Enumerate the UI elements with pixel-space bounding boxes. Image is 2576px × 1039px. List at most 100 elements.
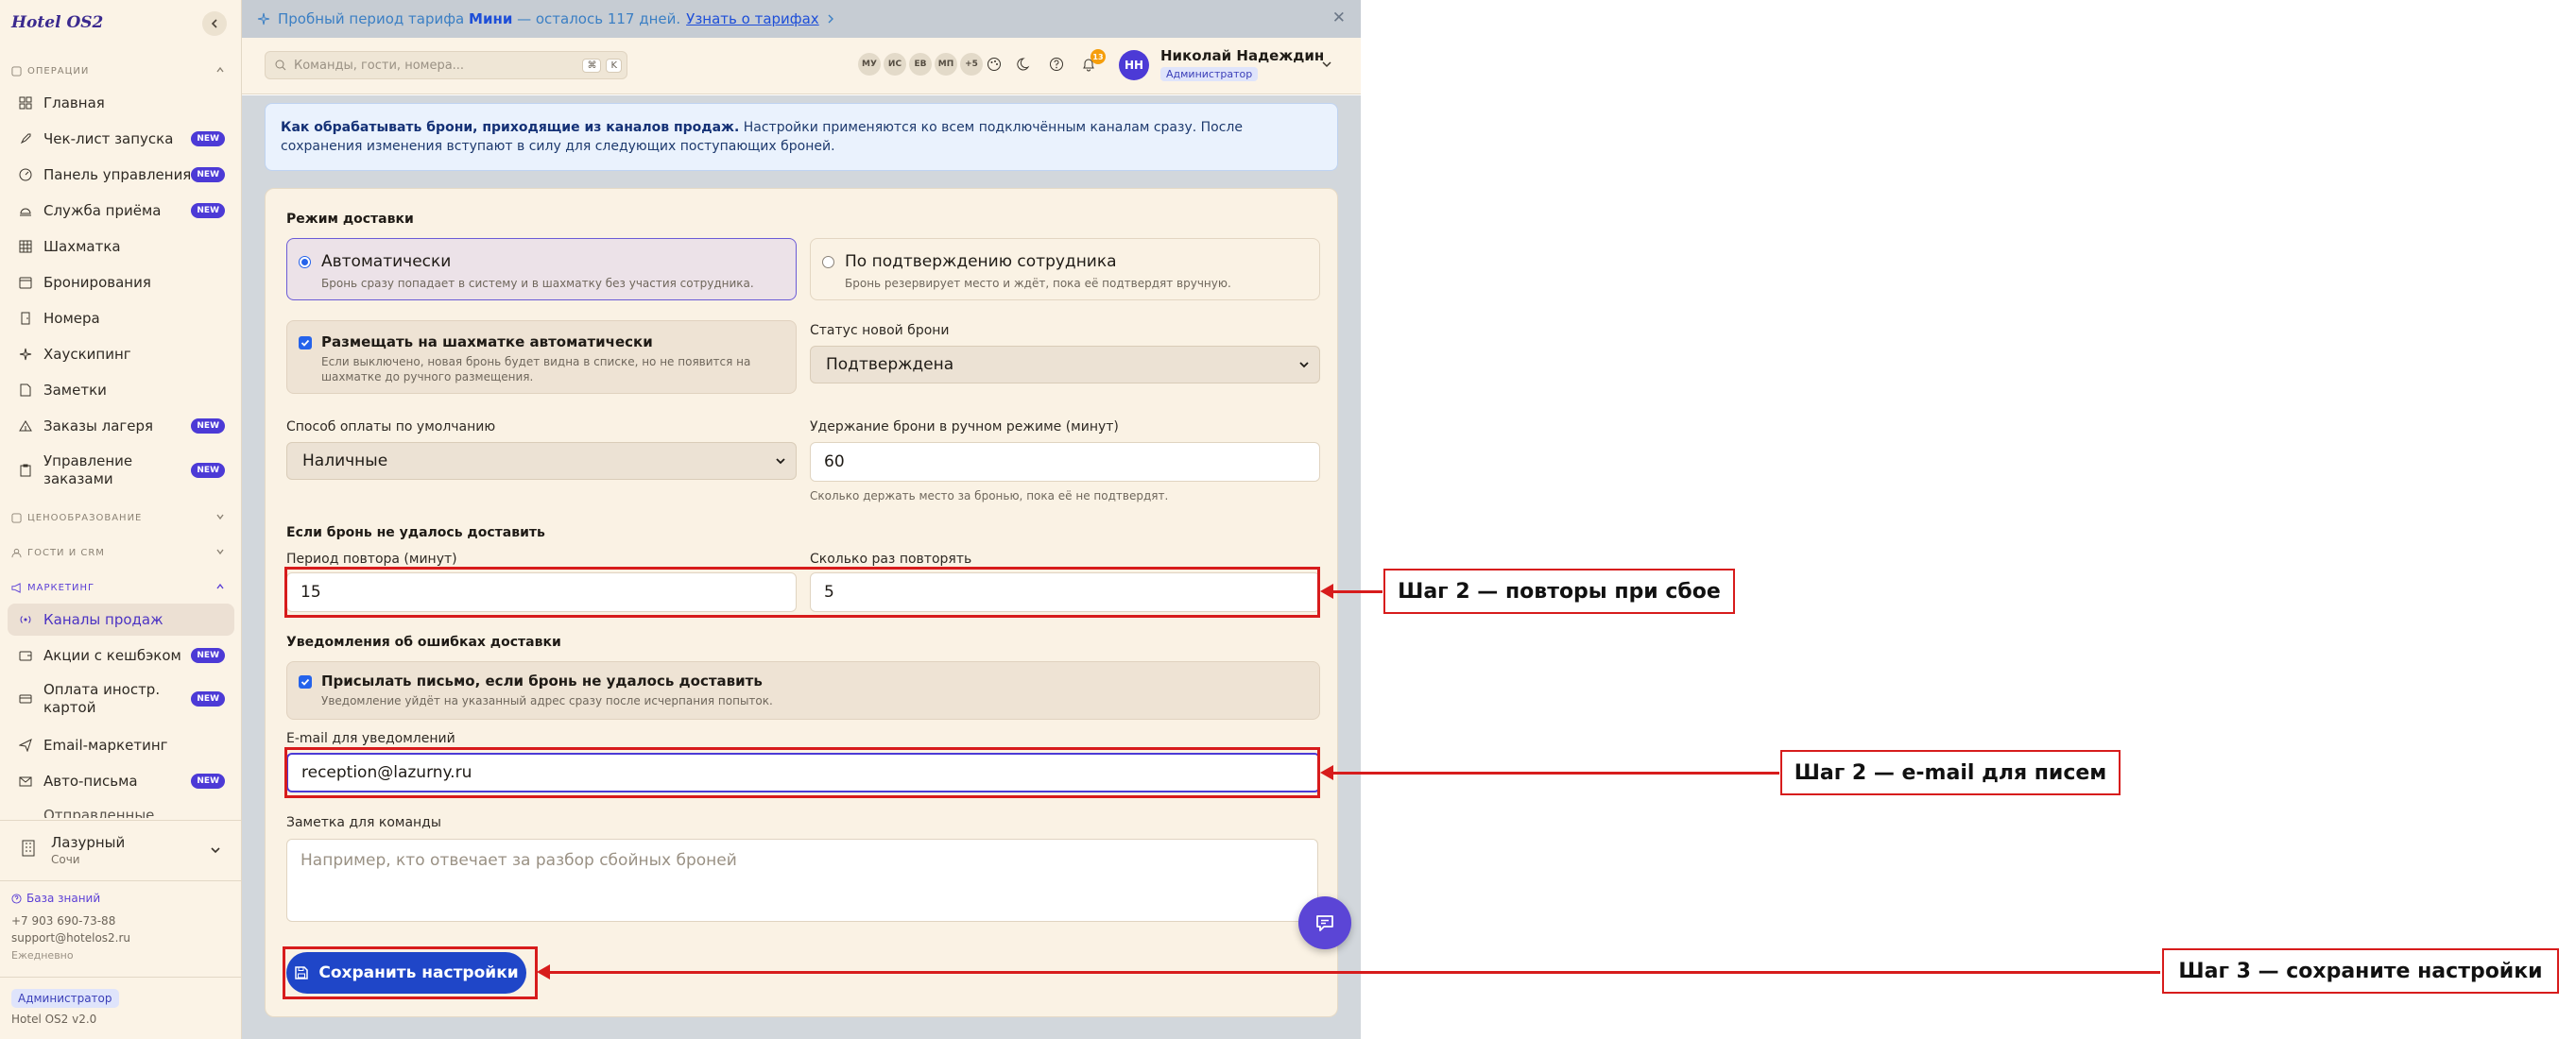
support-phone[interactable]: +7 903 690-73-88 xyxy=(11,914,115,928)
sidebar-item-foreign-card[interactable]: Оплата иностр. картой NEW xyxy=(8,678,234,720)
email-label: E-mail для уведомлений xyxy=(286,731,455,746)
sidebar-item-notes[interactable]: Заметки xyxy=(8,374,234,406)
avatar[interactable]: ИС xyxy=(884,53,906,76)
mode-auto-title: Автоматически xyxy=(321,252,452,271)
check-icon xyxy=(301,678,310,686)
bell-icon[interactable]: 13 xyxy=(1077,49,1106,76)
retry-count-label: Сколько раз повторять xyxy=(810,552,972,567)
chevron-down-icon xyxy=(1299,362,1309,368)
sidebar-item-rooms[interactable]: Номера xyxy=(8,302,234,334)
sidebar-item-auto-emails[interactable]: Авто-письма NEW xyxy=(8,765,234,797)
section-guests-crm[interactable]: ГОСТИ И CRM xyxy=(11,548,231,558)
sidebar-divider xyxy=(0,977,242,978)
chevron-down-icon[interactable] xyxy=(1321,59,1332,70)
sidebar-item-cashback[interactable]: Акции с кешбэком NEW xyxy=(8,639,234,672)
sidebar-item-email-marketing[interactable]: Email-маркетинг xyxy=(8,729,234,761)
section-pricing[interactable]: ЦЕНООБРАЗОВАНИЕ xyxy=(11,513,231,523)
knowledge-base-link[interactable]: База знаний xyxy=(11,892,100,905)
avatar[interactable]: ЕВ xyxy=(909,53,932,76)
auto-place-title: Размещать на шахматке автоматически xyxy=(321,333,653,350)
user-name[interactable]: Николай Надеждин xyxy=(1160,47,1324,64)
sidebar-item-housekeeping[interactable]: Хаускипинг xyxy=(8,338,234,370)
chat-icon xyxy=(1316,915,1333,931)
hotel-switcher[interactable]: Лазурный Сочи xyxy=(8,827,234,873)
gauge-icon xyxy=(17,166,34,183)
new-badge: NEW xyxy=(191,463,225,478)
sidebar-item-sent[interactable]: Отправленные xyxy=(8,801,234,819)
moon-icon[interactable] xyxy=(1013,53,1036,76)
chevron-down-icon xyxy=(776,458,785,465)
hotel-name: Лазурный xyxy=(51,834,126,851)
mode-manual-desc: Бронь резервирует место и ждёт, пока её … xyxy=(845,277,1231,290)
arrow-email xyxy=(1320,765,1779,780)
user-avatar[interactable]: НН xyxy=(1119,50,1149,80)
send-icon xyxy=(17,737,34,754)
close-icon[interactable]: ✕ xyxy=(1332,9,1346,27)
notify-toggle[interactable]: Присылать письмо, если бронь не удалось … xyxy=(286,661,1320,720)
hold-input[interactable]: 60 xyxy=(810,442,1320,482)
sidebar-item-launch-checklist[interactable]: Чек-лист запуска NEW xyxy=(8,123,234,155)
auto-place-toggle[interactable]: Размещать на шахматке автоматически Если… xyxy=(286,320,797,394)
mode-auto-radio[interactable]: Автоматически Бронь сразу попадает в сис… xyxy=(286,238,797,300)
trial-banner: Пробный период тарифа Мини — осталось 11… xyxy=(242,0,1361,38)
note-textarea[interactable]: Например, кто отвечает за разбор сбойных… xyxy=(286,839,1318,922)
support-email[interactable]: support@hotelos2.ru xyxy=(11,931,130,945)
sidebar-item-sales-channels[interactable]: Каналы продаж xyxy=(8,604,234,636)
help-icon[interactable] xyxy=(1045,53,1068,76)
sidebar-item-front-desk[interactable]: Служба приёма NEW xyxy=(8,195,234,227)
chat-fab[interactable] xyxy=(1298,896,1351,949)
radio-dot xyxy=(299,256,311,268)
section-marketing[interactable]: МАРКЕТИНГ xyxy=(11,583,231,593)
avatar[interactable]: МП xyxy=(935,53,957,76)
tariffs-link[interactable]: Узнать о тарифах xyxy=(686,10,819,27)
sidebar-item-label: Авто-письма xyxy=(43,772,138,790)
checkbox-checked[interactable] xyxy=(299,675,312,689)
sidebar-item-label: Номера xyxy=(43,309,100,327)
checkbox-checked[interactable] xyxy=(299,336,312,349)
sparkle-icon xyxy=(257,12,270,26)
highlight-email-field xyxy=(284,747,1320,798)
sidebar-item-dashboard[interactable]: Панель управления NEW xyxy=(8,159,234,191)
palette-icon[interactable] xyxy=(983,53,1005,76)
status-select[interactable]: Подтверждена xyxy=(810,346,1320,383)
sidebar-item-home[interactable]: Главная xyxy=(8,87,234,119)
table-grid-icon xyxy=(17,238,34,255)
sidebar-item-sent-clipped: Отправленные xyxy=(8,801,234,819)
mail-icon xyxy=(17,807,34,818)
highlight-retry-fields xyxy=(284,567,1320,618)
app-root: Hotel OS2 ОПЕРАЦИИ Главная Чек-лист запу… xyxy=(0,0,2576,1039)
mode-manual-radio[interactable]: По подтверждению сотрудника Бронь резерв… xyxy=(810,238,1320,300)
chevron-up-icon xyxy=(216,583,224,589)
sidebar-item-order-management[interactable]: Управление заказами NEW xyxy=(8,450,234,491)
search-input[interactable]: Команды, гости, номера... ⌘ K xyxy=(265,51,627,79)
grid-icon xyxy=(17,94,34,111)
sidebar-collapse-button[interactable] xyxy=(202,11,227,36)
hotel-city: Сочи xyxy=(51,853,80,866)
sidebar-item-chessboard[interactable]: Шахматка xyxy=(8,230,234,263)
search-icon xyxy=(275,60,286,71)
section-operations[interactable]: ОПЕРАЦИИ xyxy=(11,66,231,77)
sidebar-item-bookings[interactable]: Бронирования xyxy=(8,266,234,298)
mode-auto-desc: Бронь сразу попадает в систему и в шахма… xyxy=(321,277,754,290)
chevron-down-icon xyxy=(211,847,220,854)
trial-plan: Мини xyxy=(469,10,513,27)
chevron-down-icon xyxy=(216,549,224,555)
notify-section-label: Уведомления об ошибках доставки xyxy=(286,635,561,650)
retry-period-label: Период повтора (минут) xyxy=(286,552,457,567)
avatar-more[interactable]: +5 xyxy=(960,53,983,76)
brand-logo[interactable]: Hotel OS2 xyxy=(11,13,103,32)
payment-select[interactable]: Наличные xyxy=(286,442,797,480)
new-badge: NEW xyxy=(191,774,225,789)
section-marketing-label: МАРКЕТИНГ xyxy=(27,583,95,593)
sidebar-divider xyxy=(0,880,242,881)
sidebar-item-camp-orders[interactable]: Заказы лагеря NEW xyxy=(8,410,234,442)
sidebar-item-label: Бронирования xyxy=(43,273,151,291)
app-version: Hotel OS2 v2.0 xyxy=(11,1013,97,1026)
online-users[interactable]: МУ ИС ЕВ МП +5 xyxy=(858,53,983,76)
new-badge: NEW xyxy=(191,167,225,182)
mode-manual-title: По подтверждению сотрудника xyxy=(845,252,1117,271)
payment-label: Способ оплаты по умолчанию xyxy=(286,419,496,434)
bell-concierge-icon xyxy=(17,202,34,219)
avatar[interactable]: МУ xyxy=(858,53,881,76)
sidebar-divider xyxy=(0,820,242,821)
